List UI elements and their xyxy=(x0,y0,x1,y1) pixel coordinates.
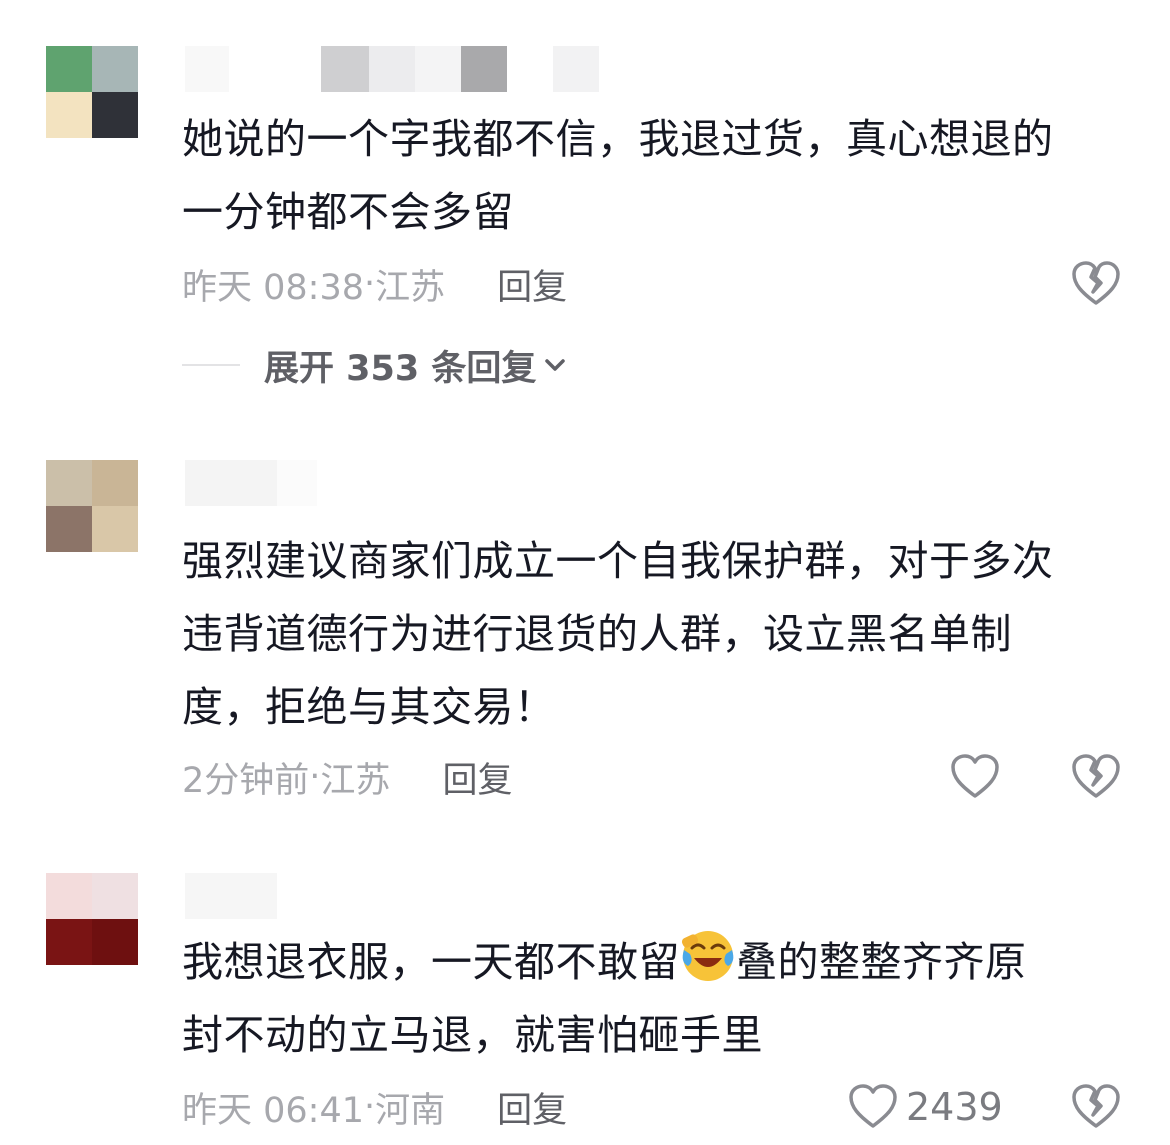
avatar[interactable] xyxy=(46,873,138,965)
broken-heart-icon[interactable] xyxy=(1071,259,1121,309)
comment-meta: 2分钟前 · 江苏 回复 xyxy=(182,752,512,802)
broken-heart-icon[interactable] xyxy=(1071,752,1121,802)
username-blurred[interactable] xyxy=(185,46,599,92)
comment-meta: 昨天 08:38 · 江苏 回复 xyxy=(182,259,567,309)
expand-replies-button[interactable]: 展开 353 条回复 xyxy=(182,342,568,389)
expand-replies-label: 展开 353 条回复 xyxy=(264,348,537,389)
comment-location: 江苏 xyxy=(375,267,446,308)
heart-icon[interactable] xyxy=(848,1082,898,1132)
comment-text: 我想退衣服，一天都不敢留 叠的整整齐齐原 封不动的立马退，就害怕砸手里 xyxy=(182,926,1142,1072)
reply-button[interactable]: 回复 xyxy=(497,259,567,310)
reply-button[interactable]: 回复 xyxy=(442,752,512,803)
comment-location: 江苏 xyxy=(320,760,391,801)
username-blurred[interactable] xyxy=(185,460,317,506)
comment-meta: 昨天 06:41 · 河南 回复 xyxy=(182,1082,567,1132)
comment-time: 昨天 08:38 xyxy=(182,267,364,308)
reply-button[interactable]: 回复 xyxy=(497,1082,567,1133)
comment-location: 河南 xyxy=(375,1090,446,1131)
comment-text: 她说的一个字我都不信，我退过货，真心想退的 一分钟都不会多留 xyxy=(182,115,1054,236)
chevron-down-icon xyxy=(545,359,566,371)
avatar[interactable] xyxy=(46,46,138,138)
comment-text: 强烈建议商家们成立一个自我保护群，对于多次 违背道德行为进行退货的人群，设立黑名… xyxy=(182,537,1054,731)
comment-time: 2分钟前 xyxy=(182,760,310,801)
meta-separator: · xyxy=(364,1087,376,1127)
heart-icon[interactable] xyxy=(950,752,1000,802)
crying-laughing-emoji xyxy=(681,931,734,981)
meta-separator: · xyxy=(364,264,376,304)
username-blurred[interactable] xyxy=(185,873,277,919)
meta-separator: · xyxy=(309,757,321,797)
like-count: 2439 xyxy=(906,1085,1003,1129)
avatar[interactable] xyxy=(46,460,138,552)
comment-text-part: 我想退衣服，一天都不敢留 xyxy=(182,938,680,986)
comment-time: 昨天 06:41 xyxy=(182,1090,364,1131)
broken-heart-icon[interactable] xyxy=(1071,1082,1121,1132)
divider xyxy=(182,364,240,366)
